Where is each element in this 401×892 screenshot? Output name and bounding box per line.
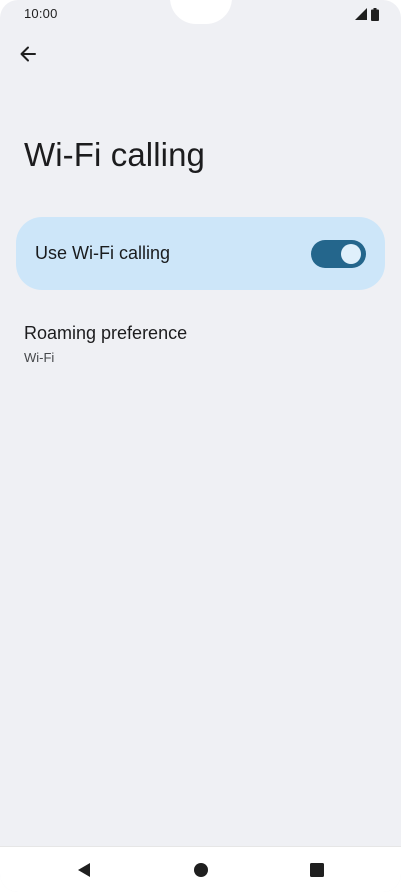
status-bar: 10:00 (0, 0, 401, 28)
nav-recents-button[interactable] (304, 857, 330, 883)
back-button[interactable] (12, 38, 44, 70)
signal-icon (355, 8, 367, 20)
nav-home-button[interactable] (188, 857, 214, 883)
page-title: Wi-Fi calling (24, 136, 205, 173)
wifi-calling-toggle-card[interactable]: Use Wi-Fi calling (16, 217, 385, 290)
status-icons (355, 7, 379, 21)
battery-icon (371, 7, 379, 21)
recents-square-icon (310, 863, 324, 877)
roaming-preference-title: Roaming preference (24, 323, 188, 343)
nav-back-button[interactable] (71, 857, 97, 883)
status-time: 10:00 (24, 6, 58, 21)
navigation-bar (0, 846, 401, 892)
arrow-left-icon (20, 46, 36, 62)
wifi-calling-toggle-label: Use Wi-Fi calling (35, 243, 171, 263)
phone-screen: 10:00 Wi-Fi calling Use Wi-Fi calling Ro… (0, 0, 401, 892)
switch-thumb (341, 244, 361, 264)
roaming-preference-item[interactable]: Roaming preference Wi-Fi (0, 312, 401, 376)
wifi-calling-switch[interactable] (311, 240, 366, 268)
home-circle-icon (194, 863, 208, 877)
back-triangle-icon (78, 863, 90, 877)
roaming-preference-summary: Wi-Fi (24, 350, 55, 365)
